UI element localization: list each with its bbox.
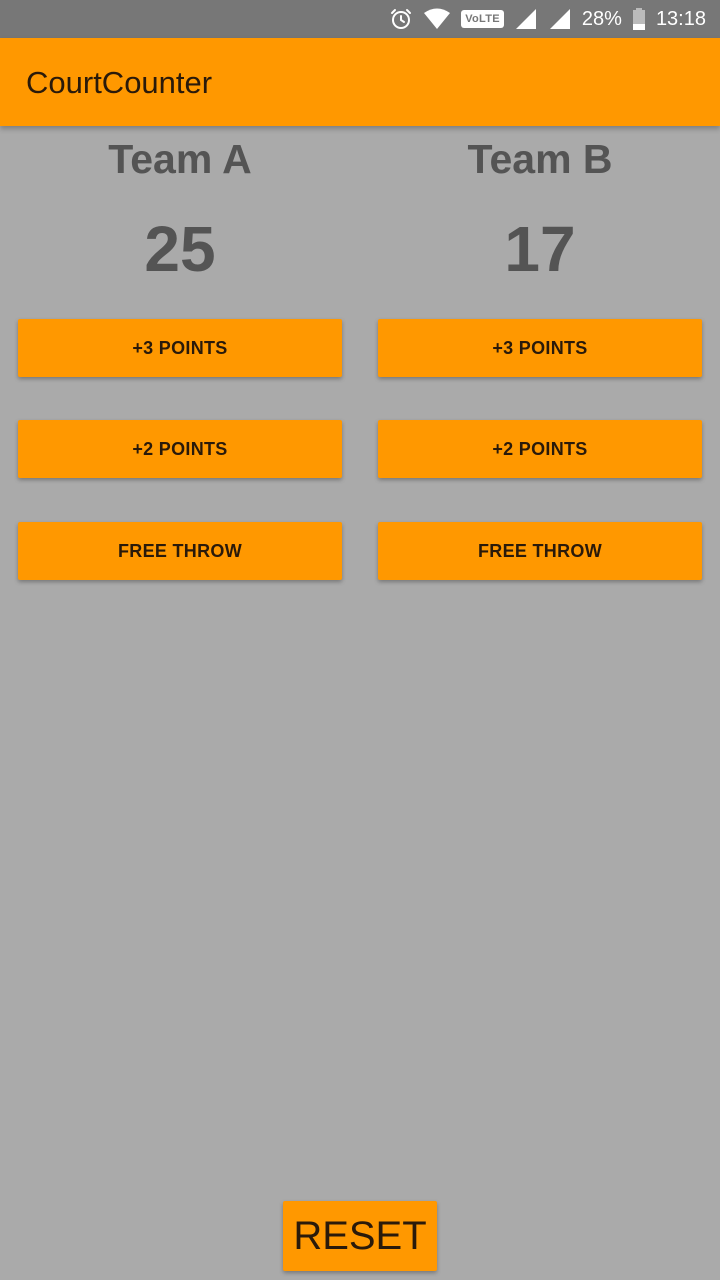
status-icons: VoLTE 28% 13:18 xyxy=(389,0,706,38)
team-a-column: Team A 25 +3 POINTS +2 POINTS FREE THROW xyxy=(0,126,360,606)
signal-icon xyxy=(514,7,538,31)
battery-icon xyxy=(632,7,646,31)
signal-icon xyxy=(548,7,572,31)
team-b-score: 17 xyxy=(504,213,576,285)
team-b-plus-3-button[interactable]: +3 POINTS xyxy=(378,319,702,377)
team-b-column: Team B 17 +3 POINTS +2 POINTS FREE THROW xyxy=(360,126,720,606)
status-bar: VoLTE 28% 13:18 xyxy=(0,0,720,38)
team-a-free-throw-button[interactable]: FREE THROW xyxy=(18,522,342,580)
app-bar: CourtCounter xyxy=(0,38,720,126)
clock: 13:18 xyxy=(655,7,706,30)
team-b-name: Team B xyxy=(467,136,613,182)
volte-icon: VoLTE xyxy=(461,10,504,28)
app-title: CourtCounter xyxy=(26,65,213,100)
team-b-plus-2-button[interactable]: +2 POINTS xyxy=(378,420,702,478)
alarm-icon xyxy=(389,7,413,31)
reset-button[interactable]: RESET xyxy=(283,1201,437,1271)
wifi-icon xyxy=(423,7,451,31)
team-a-score: 25 xyxy=(144,213,216,285)
team-a-plus-2-button[interactable]: +2 POINTS xyxy=(18,420,342,478)
team-b-free-throw-button[interactable]: FREE THROW xyxy=(378,522,702,580)
battery-percent: 28% xyxy=(581,7,622,30)
team-a-name: Team A xyxy=(108,136,252,182)
team-a-plus-3-button[interactable]: +3 POINTS xyxy=(18,319,342,377)
